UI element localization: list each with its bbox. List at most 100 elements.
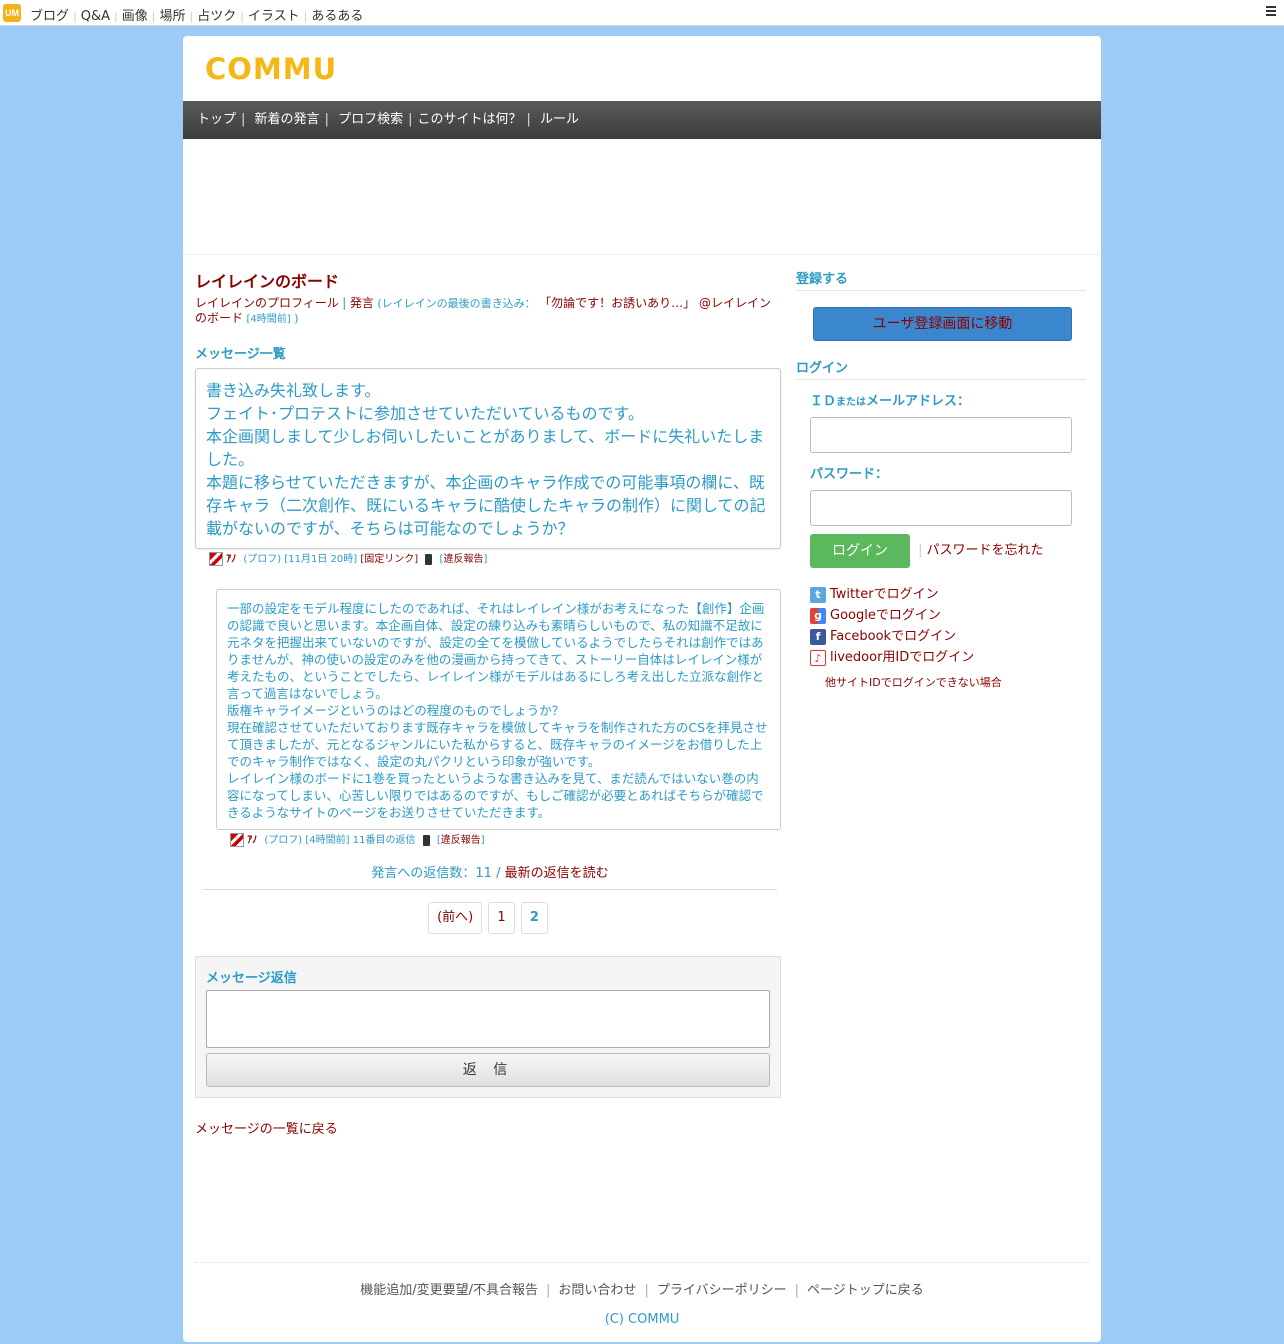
other-login-help-link[interactable]: 他サイトIDでログインできない場合 [825, 674, 1086, 690]
id-label-text: メールアドレス： [866, 394, 971, 409]
bracket: ] [483, 554, 488, 565]
messages-heading: メッセージ一覧 [195, 347, 286, 362]
reply-post-text: 一部の設定をモデル程度にしたのであれば、それはレイレイン様がお考えになった【創作… [227, 601, 768, 820]
separator: | [546, 1283, 551, 1298]
livedoor-icon: ♪ [810, 649, 826, 666]
twitter-login-label[interactable]: Twitterでログイン [830, 587, 939, 602]
bracket: ] [480, 835, 485, 846]
top-nav-illust[interactable]: イラスト [248, 9, 300, 24]
hamburger-menu-icon[interactable] [1266, 6, 1276, 18]
gnav-rules[interactable]: ルール [540, 112, 579, 127]
page-2[interactable]: 2 [520, 902, 548, 934]
top-nav: ブログ | Q&A | 画像 | 場所 | 占ツク | イラスト | あるある [30, 9, 364, 24]
facebook-icon: f [810, 628, 826, 645]
google-login-label[interactable]: Googleでログイン [830, 608, 941, 623]
back-to-list-link[interactable]: メッセージの一覧に戻る [195, 1118, 781, 1137]
site-logo[interactable]: COMMU [205, 52, 337, 86]
top-nav-qa[interactable]: Q&A [81, 9, 110, 24]
footer-contact-link[interactable]: お問い合わせ [558, 1283, 636, 1298]
social-login-list: t Twitterでログイン g Googleでログイン f Facebookでログイ… [810, 584, 1086, 668]
permalink[interactable]: [固定リンク] [360, 554, 418, 565]
separator: | [918, 543, 923, 558]
google-icon: g [810, 607, 826, 624]
gnav-new-posts[interactable]: 新着の発言 [255, 112, 320, 127]
reply-form-label: メッセージ返信 [206, 971, 297, 986]
separator: | [644, 1283, 649, 1298]
id-label-text: ＩＤ [810, 394, 837, 409]
post-link[interactable]: 発言 [350, 296, 374, 310]
ad-space [183, 139, 1101, 255]
mobile-icon [422, 834, 430, 846]
password-label: パスワード： [810, 467, 889, 482]
login-heading: ログイン [796, 357, 1086, 380]
global-nav: トップ | 新着の発言 | プロフ検索 | このサイトは何？ | ルール [183, 101, 1101, 139]
reply-number[interactable]: 11番目の返信 [353, 835, 416, 846]
post-time[interactable]: [11月1日 20時] [284, 554, 357, 565]
avatar[interactable] [209, 552, 223, 566]
page-1[interactable]: 1 [488, 902, 515, 934]
livedoor-login[interactable]: ♪ livedoor用IDでログイン [810, 647, 1086, 668]
id-label: ＩＤまたはメールアドレス： [810, 390, 1086, 409]
board-subtitle: レイレインのプロフィール | 発言 (レイレインの最後の書き込み： 「勿論です！… [195, 296, 781, 327]
top-nav-aruaru[interactable]: あるある [311, 9, 363, 24]
profile-link[interactable]: (プロフ) [264, 835, 302, 846]
twitter-icon: t [810, 586, 826, 603]
main-container: COMMU トップ | 新着の発言 | プロフ検索 | このサイトは何？ | ルール レイ… [183, 36, 1101, 1342]
copyright: (C) COMMU [604, 1312, 680, 1327]
gnav-about[interactable]: このサイトは何？ [418, 112, 522, 127]
poster-name[interactable]: ｱﾉ [226, 554, 236, 565]
gnav-profile-search[interactable]: プロフ検索 [338, 112, 403, 127]
facebook-login-label[interactable]: Facebookでログイン [830, 629, 956, 644]
google-login[interactable]: g Googleでログイン [810, 605, 1086, 626]
last-post-prefix: (レイレインの最後の書き込み： [377, 297, 536, 310]
register-button[interactable]: ユーザ登録画面に移動 [813, 307, 1072, 341]
page-prev[interactable]: (前へ) [428, 902, 483, 934]
footer: 機能追加/変更要望/不具合報告 | お問い合わせ | プライバシーポリシー | ページトップ… [195, 1262, 1089, 1327]
avatar[interactable] [230, 833, 244, 847]
reply-submit-button[interactable]: 返 信 [206, 1053, 770, 1087]
top-nav-uranai[interactable]: 占ツク [197, 9, 236, 24]
board-column: レイレインのボード レイレインのプロフィール | 発言 (レイレインの最後の書き… [195, 268, 781, 1137]
livedoor-login-label[interactable]: livedoor用IDでログイン [830, 650, 974, 665]
separator: | [794, 1283, 799, 1298]
register-heading: 登録する [796, 268, 1086, 291]
gnav-top[interactable]: トップ [197, 112, 236, 127]
login-button[interactable]: ログイン [810, 534, 910, 568]
last-post-time: [4時間前] [246, 314, 291, 325]
sidebar: 登録する ユーザ登録画面に移動 ログイン ＩＤまたはメールアドレス： パスワード… [796, 268, 1086, 690]
post-time[interactable]: [4時間前] [305, 835, 349, 846]
last-post-suffix: ) [294, 312, 299, 325]
reply-count-label: 発言への返信数：11 / [371, 866, 501, 881]
top-nav-blog[interactable]: ブログ [30, 9, 69, 24]
reply-textarea[interactable] [206, 990, 770, 1048]
top-nav-images[interactable]: 画像 [122, 9, 148, 24]
pagination: (前へ) 1 2 [195, 902, 781, 934]
footer-feedback-link[interactable]: 機能追加/変更要望/不具合報告 [360, 1283, 538, 1298]
read-latest-link[interactable]: 最新の返信を読む [505, 866, 609, 881]
id-input[interactable] [810, 417, 1072, 453]
poster-name[interactable]: ｱﾉ [247, 835, 257, 846]
main-post-meta: ｱﾉ (プロフ) [11月1日 20時] [固定リンク] [違反報告] [195, 549, 781, 571]
separator: | [342, 296, 347, 310]
facebook-login[interactable]: f Facebookでログイン [810, 626, 1086, 647]
forgot-wrapper: | パスワードを忘れた [918, 543, 1043, 558]
mobile-icon [425, 553, 433, 565]
top-bar: UM ブログ | Q&A | 画像 | 場所 | 占ツク | イラスト | あるある [0, 0, 1284, 26]
forgot-password-link[interactable]: パスワードを忘れた [927, 543, 1044, 558]
report-link[interactable]: 違反報告 [443, 554, 483, 565]
twitter-login[interactable]: t Twitterでログイン [810, 584, 1086, 605]
main-post: 書き込み失礼致します。 フェイト･プロテストに参加させていただいているものです。… [195, 368, 781, 549]
profile-link[interactable]: (プロフ) [243, 554, 281, 565]
reply-form: メッセージ返信 返 信 [195, 956, 781, 1098]
reply-post-meta: ｱﾉ (プロフ) [4時間前] 11番目の返信 [違反報告] [195, 830, 781, 852]
reply-post: 一部の設定をモデル程度にしたのであれば、それはレイレイン様がお考えになった【創作… [216, 589, 781, 830]
footer-privacy-link[interactable]: プライバシーポリシー [657, 1283, 787, 1298]
report-link[interactable]: 違反報告 [441, 835, 481, 846]
top-nav-places[interactable]: 場所 [159, 9, 185, 24]
login-row: ログイン | パスワードを忘れた [810, 534, 1086, 568]
profile-link[interactable]: レイレインのプロフィール [195, 296, 339, 310]
main-post-text: 書き込み失礼致します。 フェイト･プロテストに参加させていただいているものです。… [206, 381, 766, 538]
password-input[interactable] [810, 490, 1072, 526]
footer-pagetop-link[interactable]: ページトップに戻る [807, 1283, 924, 1298]
um-logo-icon[interactable]: UM [3, 4, 21, 22]
